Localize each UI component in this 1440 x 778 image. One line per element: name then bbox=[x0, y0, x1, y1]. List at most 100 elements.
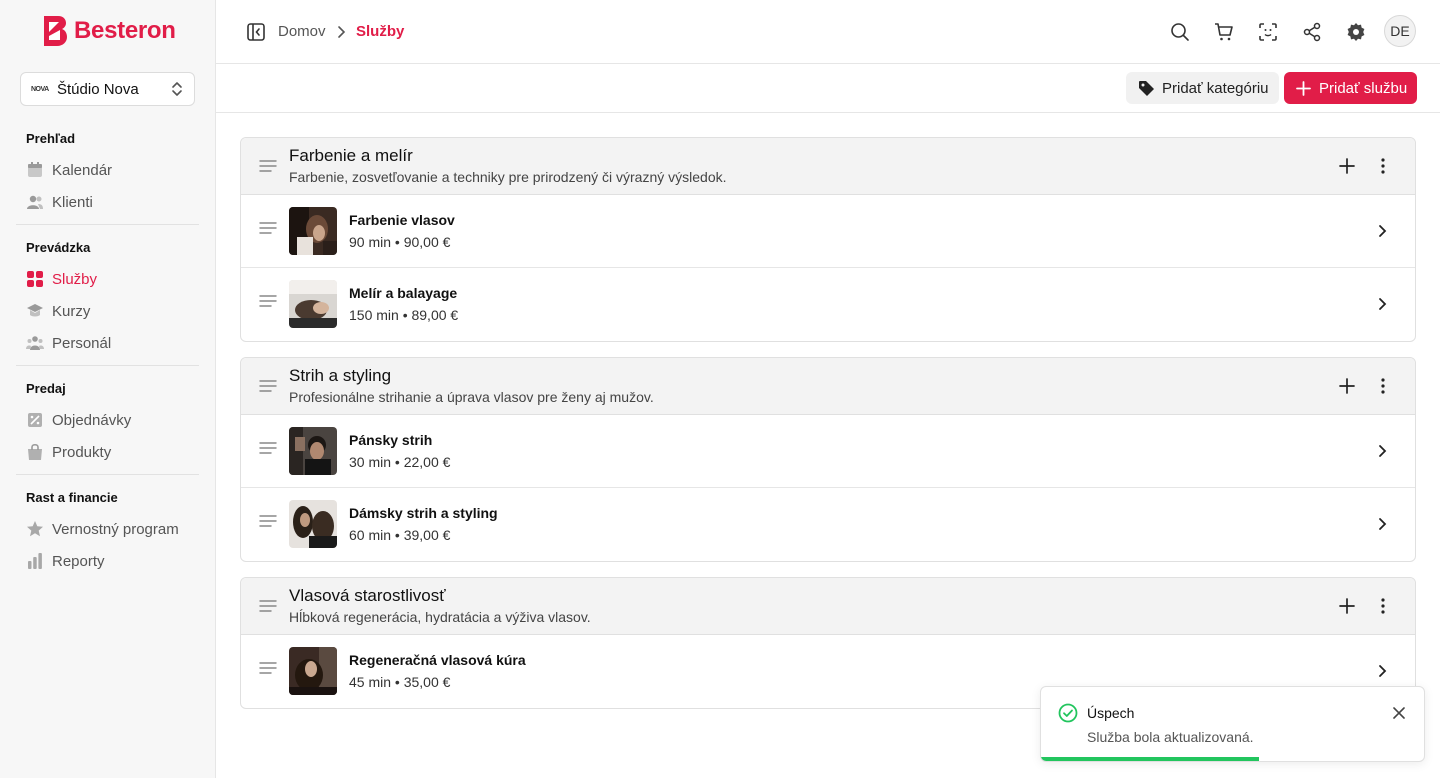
studio-logo: NOVA bbox=[31, 85, 49, 93]
nav-section-title: Prehľad bbox=[26, 131, 76, 146]
more-vertical-icon[interactable] bbox=[1376, 597, 1390, 615]
category-header: Vlasová starostlivosť Hĺbková regeneráci… bbox=[241, 578, 1415, 635]
service-meta: 150 min • 89,00 € bbox=[349, 307, 459, 323]
search-icon bbox=[1171, 23, 1189, 41]
avatar[interactable]: DE bbox=[1384, 15, 1416, 47]
studio-switcher[interactable]: NOVA Štúdio Nova bbox=[20, 72, 195, 106]
drag-handle-icon[interactable] bbox=[259, 379, 277, 393]
sidebar-item-products[interactable]: Produkty bbox=[26, 442, 111, 462]
sidebar-item-label: Kalendár bbox=[52, 161, 113, 179]
nav-divider bbox=[16, 365, 199, 366]
sidebar-item-label: Služby bbox=[52, 270, 98, 288]
nav-divider bbox=[16, 474, 199, 475]
page-toolbar: Pridať kategóriu Pridať službu bbox=[216, 64, 1440, 113]
chevron-right-icon bbox=[1379, 518, 1387, 530]
sidebar-item-loyalty[interactable]: Vernostný program bbox=[26, 519, 179, 539]
category-description: Profesionálne strihanie a úprava vlasov … bbox=[289, 389, 654, 405]
drag-handle-icon[interactable] bbox=[259, 159, 277, 173]
category-card: Strih a styling Profesionálne strihanie … bbox=[240, 357, 1416, 562]
category-description: Hĺbková regenerácia, hydratácia a výživa… bbox=[289, 609, 591, 625]
drag-handle-icon[interactable] bbox=[259, 221, 277, 235]
sidebar-item-label: Klienti bbox=[52, 193, 93, 211]
share-icon bbox=[1303, 22, 1321, 42]
nav-section-title: Prevádzka bbox=[26, 240, 91, 255]
toast-title: Úspech bbox=[1087, 705, 1135, 721]
sidebar-item-courses[interactable]: Kurzy bbox=[26, 301, 90, 321]
service-photo bbox=[289, 427, 337, 475]
sidebar-item-calendar[interactable]: Kalendár bbox=[26, 160, 112, 180]
chevron-right-icon bbox=[1379, 225, 1387, 237]
drag-handle-icon[interactable] bbox=[259, 599, 277, 613]
gear-icon bbox=[1347, 23, 1365, 41]
chevron-right-icon bbox=[1379, 445, 1387, 457]
sidebar-item-staff[interactable]: Personál bbox=[26, 333, 111, 353]
tag-icon bbox=[1139, 80, 1154, 96]
sidebar-item-label: Vernostný program bbox=[52, 520, 179, 538]
service-photo bbox=[289, 207, 337, 255]
calendar-icon bbox=[28, 162, 42, 177]
settings-button[interactable] bbox=[1344, 20, 1368, 44]
service-photo bbox=[289, 500, 337, 548]
drag-handle-icon[interactable] bbox=[259, 514, 277, 528]
service-row[interactable]: Dámsky strih a styling 60 min • 39,00 € bbox=[241, 488, 1415, 561]
add-service-to-category-icon[interactable] bbox=[1338, 597, 1356, 615]
more-vertical-icon[interactable] bbox=[1376, 377, 1390, 395]
drag-handle-icon[interactable] bbox=[259, 441, 277, 455]
sidebar-item-label: Reporty bbox=[52, 552, 105, 570]
brand-logo[interactable]: Besteron bbox=[40, 14, 176, 48]
sidebar-item-orders[interactable]: Objednávky bbox=[26, 410, 131, 430]
category-card: Farbenie a melír Farbenie, zosvetľovanie… bbox=[240, 137, 1416, 342]
service-row[interactable]: Pánsky strih 30 min • 22,00 € bbox=[241, 415, 1415, 488]
service-photo bbox=[289, 280, 337, 328]
service-row[interactable]: Farbenie vlasov 90 min • 90,00 € bbox=[241, 195, 1415, 268]
add-service-button[interactable]: Pridať službu bbox=[1284, 72, 1418, 104]
more-vertical-icon[interactable] bbox=[1376, 157, 1390, 175]
sidebar-item-services[interactable]: Služby bbox=[26, 269, 97, 289]
toast-message: Služba bola aktualizovaná. bbox=[1087, 729, 1254, 745]
orders-icon bbox=[28, 413, 42, 427]
drag-handle-icon[interactable] bbox=[259, 661, 277, 675]
toast-progress-track bbox=[1041, 757, 1424, 761]
category-title: Strih a styling bbox=[289, 366, 392, 385]
category-header: Strih a styling Profesionálne strihanie … bbox=[241, 358, 1415, 415]
grid-icon bbox=[27, 271, 43, 287]
breadcrumb-home[interactable]: Domov bbox=[278, 23, 326, 40]
nav-section-title: Rast a financie bbox=[26, 490, 118, 505]
share-button[interactable] bbox=[1300, 20, 1324, 44]
sidebar-item-reports[interactable]: Reporty bbox=[26, 551, 105, 571]
service-meta: 90 min • 90,00 € bbox=[349, 234, 451, 250]
graduation-cap-icon bbox=[27, 304, 43, 317]
sidebar-toggle-icon[interactable] bbox=[246, 22, 266, 42]
service-name: Farbenie vlasov bbox=[349, 212, 455, 228]
sidebar-item-clients[interactable]: Klienti bbox=[26, 192, 93, 212]
sidebar: Besteron NOVA Štúdio Nova Prehľad Kalend… bbox=[0, 0, 216, 778]
search-button[interactable] bbox=[1168, 20, 1192, 44]
chevron-up-down-icon bbox=[172, 82, 182, 96]
add-service-to-category-icon[interactable] bbox=[1338, 377, 1356, 395]
service-name: Pánsky strih bbox=[349, 432, 433, 448]
chevron-right-icon bbox=[1379, 298, 1387, 310]
scan-button[interactable] bbox=[1256, 20, 1280, 44]
add-service-to-category-icon[interactable] bbox=[1338, 157, 1356, 175]
bar-chart-icon bbox=[28, 553, 42, 569]
nav-section-title: Predaj bbox=[26, 381, 66, 396]
users-icon bbox=[27, 195, 43, 209]
add-category-button[interactable]: Pridať kategóriu bbox=[1126, 72, 1279, 104]
besteron-logo-icon bbox=[44, 16, 67, 46]
add-category-label: Pridať kategóriu bbox=[1162, 79, 1269, 97]
cart-button[interactable] bbox=[1212, 20, 1236, 44]
breadcrumb-current: Služby bbox=[356, 23, 405, 40]
brand-name: Besteron bbox=[74, 17, 176, 44]
bag-icon bbox=[28, 443, 42, 460]
drag-handle-icon[interactable] bbox=[259, 294, 277, 308]
service-photo bbox=[289, 647, 337, 695]
service-name: Regeneračná vlasová kúra bbox=[349, 652, 526, 668]
close-icon[interactable] bbox=[1391, 705, 1407, 721]
nav-divider bbox=[16, 224, 199, 225]
cart-icon bbox=[1215, 23, 1233, 41]
toast-progress-bar bbox=[1041, 757, 1260, 761]
add-service-label: Pridať službu bbox=[1319, 79, 1408, 97]
service-name: Dámsky strih a styling bbox=[349, 505, 498, 521]
chevron-right-icon bbox=[1379, 665, 1387, 677]
service-row[interactable]: Melír a balayage 150 min • 89,00 € bbox=[241, 268, 1415, 341]
